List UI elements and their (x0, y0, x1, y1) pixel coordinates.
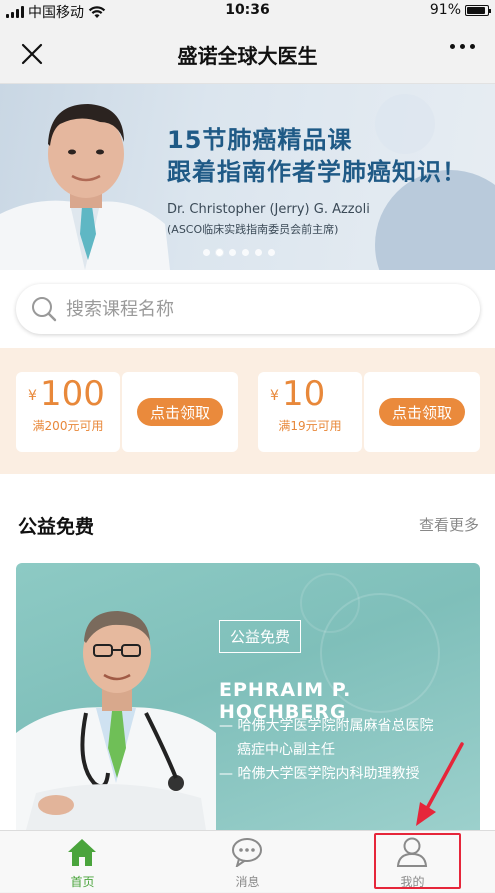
coupon-action: 点击领取 (364, 372, 480, 452)
tab-label: 消息 (235, 875, 260, 889)
home-icon (68, 839, 96, 866)
battery-percent: 91% (429, 2, 461, 18)
coupon-amount: 10 (282, 374, 326, 414)
coupon-condition: 满19元可用 (278, 419, 342, 433)
status-right: 91% (429, 2, 491, 18)
carousel-indicator (203, 249, 275, 256)
claim-coupon-button[interactable]: 点击领取 (137, 398, 223, 426)
banner-title-line2: 跟着指南作者学肺癌知识！ (167, 158, 467, 186)
carousel-dot (203, 249, 210, 256)
coupon-value: ¥ 10 满19元可用 (258, 372, 362, 452)
section-title: 公益免费 (18, 516, 95, 538)
annotation-arrow-icon (416, 742, 464, 826)
carousel-dot (229, 249, 236, 256)
banner-title-line1: 15节肺癌精品课 (167, 126, 353, 154)
doctor-photo (16, 611, 216, 830)
card-decoration (300, 573, 360, 633)
status-time: 10:36 (225, 2, 270, 18)
doctor-photo (0, 104, 170, 270)
search-input[interactable] (64, 292, 464, 326)
carousel-dot (268, 249, 275, 256)
banner-carousel[interactable]: 15节肺癌精品课 跟着指南作者学肺癌知识！ Dr. Christopher (J… (0, 84, 495, 270)
course-desc-line: — 哈佛大学医学院附属麻省总医院 (219, 718, 434, 734)
course-desc-line: 癌症中心副主任 (237, 742, 335, 758)
tab-home[interactable]: 首页 (0, 831, 165, 893)
banner-decoration (375, 94, 435, 154)
search-section (0, 270, 495, 348)
coupon-currency: ¥ (270, 388, 279, 404)
status-bar: 中国移动 10:36 91% (0, 0, 495, 22)
page-title: 盛诺全球大医生 (177, 44, 318, 68)
annotation-highlight-box (374, 833, 461, 889)
coupon-card: ¥ 10 满19元可用 点击领取 (258, 372, 480, 452)
coupon-currency: ¥ (28, 388, 37, 404)
coupon-amount: 100 (40, 374, 105, 414)
carousel-dot (255, 249, 262, 256)
coupon-condition: 满200元可用 (32, 419, 104, 433)
carousel-dot-active (216, 249, 223, 256)
search-bar[interactable] (16, 284, 480, 334)
coupon-action: 点击领取 (122, 372, 238, 452)
carousel-dot (242, 249, 249, 256)
message-icon (232, 838, 262, 867)
course-desc-line: — 哈佛大学医学院内科助理教授 (219, 766, 420, 782)
claim-coupon-button[interactable]: 点击领取 (379, 398, 465, 426)
course-tag: 公益免费 (219, 620, 302, 653)
search-icon (32, 297, 57, 322)
coupon-card: ¥ 100 满200元可用 点击领取 (16, 372, 238, 452)
banner-doctor-role: (ASCO临床实践指南委员会前主席) (167, 223, 339, 236)
tab-messages[interactable]: 消息 (165, 831, 330, 893)
coupon-value: ¥ 100 满200元可用 (16, 372, 120, 452)
banner-doctor-name: Dr. Christopher (Jerry) G. Azzoli (167, 202, 370, 217)
view-more-link[interactable]: 查看更多 (419, 514, 479, 535)
coupon-area: ¥ 100 满200元可用 点击领取 ¥ 10 满19元可用 点击领取 (0, 348, 495, 474)
more-icon[interactable] (450, 44, 475, 49)
battery-icon (465, 4, 491, 16)
nav-bar: 盛诺全球大医生 (0, 22, 495, 84)
tab-label: 首页 (70, 875, 95, 889)
